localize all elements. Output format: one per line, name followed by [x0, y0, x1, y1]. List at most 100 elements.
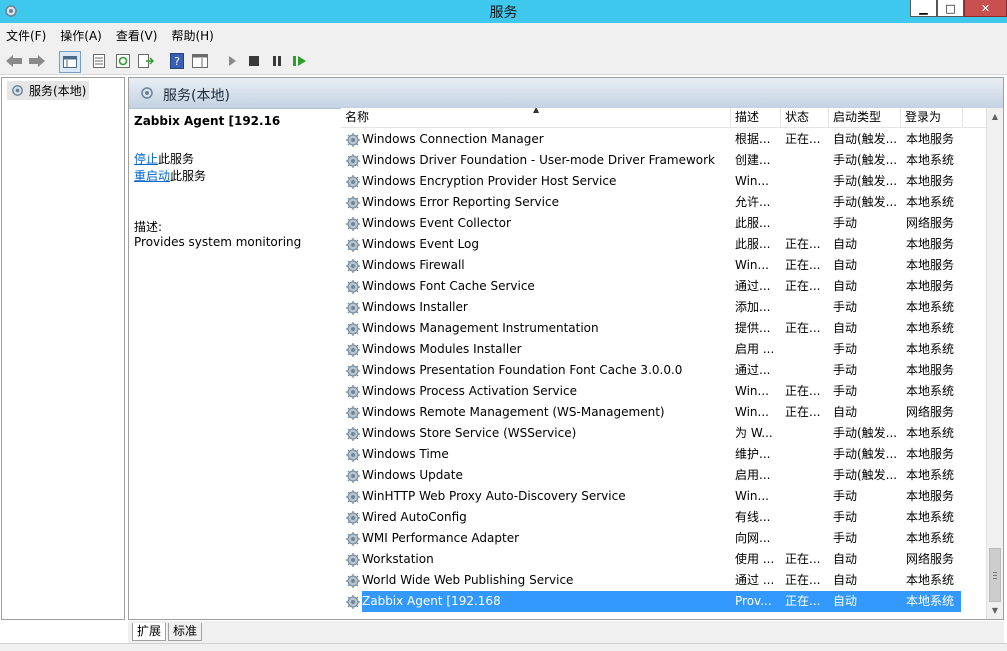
menu-help[interactable]: 帮助(H) — [171, 25, 213, 46]
cell-description: 创建... — [735, 153, 771, 167]
cell-description: 维护... — [735, 447, 771, 461]
service-gear-icon — [345, 132, 361, 148]
cell-status — [785, 528, 829, 549]
scroll-down-arrow-icon[interactable]: ▼ — [987, 602, 1003, 619]
table-row[interactable]: Windows Store Service (WSService) 为 W... 手… — [341, 423, 991, 444]
selected-service-name: Zabbix Agent [192.16 — [134, 114, 281, 128]
cell-name: Windows Store Service (WSService) — [362, 426, 577, 440]
table-row[interactable]: Workstation 使用 ... 正在... 自动 网络服务 — [341, 549, 991, 570]
table-row[interactable]: Windows Update 启用... 手动(触发... 本地系统 — [341, 465, 991, 486]
service-gear-icon — [345, 342, 361, 358]
column-header-logon-as[interactable]: 登录为 — [901, 108, 963, 127]
forward-arrow-icon[interactable] — [28, 52, 46, 70]
vertical-scrollbar[interactable]: ▲ ▼ — [986, 108, 1003, 619]
cell-logon-as: 本地服务 — [906, 258, 955, 272]
column-header-description[interactable]: 描述 — [731, 108, 781, 127]
table-row[interactable]: Windows Driver Foundation - User-mode Dr… — [341, 150, 991, 171]
scroll-up-arrow-icon[interactable]: ▲ — [987, 108, 1003, 125]
column-header-status[interactable]: 状态 — [781, 108, 829, 127]
column-header-startup-type[interactable]: 启动类型 — [829, 108, 901, 127]
table-row[interactable]: Windows Error Reporting Service 允许... 手动(触… — [341, 192, 991, 213]
table-row[interactable]: Windows Installer 添加... 手动 本地系统 — [341, 297, 991, 318]
list-header: 名称 ▲ 描述 状态 启动类型 登录为 — [341, 108, 991, 128]
menu-action[interactable]: 操作(A) — [60, 25, 102, 46]
cell-status — [785, 297, 829, 318]
service-gear-icon — [345, 363, 361, 379]
cell-name: Windows Modules Installer — [362, 342, 522, 356]
cell-name: Windows Installer — [362, 300, 468, 314]
stop-service-icon[interactable] — [245, 52, 263, 70]
cell-status — [785, 444, 829, 465]
cell-description: 启用... — [735, 468, 771, 482]
service-gear-icon — [345, 321, 361, 337]
services-gear-icon — [12, 85, 23, 96]
table-row[interactable]: Windows Modules Installer 启用 ... 手动 本地系统 — [341, 339, 991, 360]
tree-node-services-local[interactable]: 服务(本地) — [7, 81, 90, 100]
cell-startup-type: 手动 — [833, 510, 858, 524]
restart-service-link[interactable]: 重启动 — [134, 169, 170, 183]
cell-logon-as: 本地服务 — [906, 489, 955, 503]
refresh-icon[interactable] — [114, 52, 132, 70]
view-tabs: 扩展 标准 — [128, 621, 1004, 643]
services-list: 名称 ▲ 描述 状态 启动类型 登录为 Windows Connection M… — [341, 108, 1003, 619]
menu-view[interactable]: 查看(V) — [116, 25, 158, 46]
cell-status — [785, 171, 829, 192]
table-row[interactable]: Windows Connection Manager 根据... 正在... 自动(触… — [341, 129, 991, 150]
table-row[interactable]: Windows Encryption Provider Host Service… — [341, 171, 991, 192]
service-gear-icon — [345, 279, 361, 295]
cell-name: Windows Event Log — [362, 237, 480, 251]
table-row[interactable]: World Wide Web Publishing Service 通过 ... 正… — [341, 570, 991, 591]
cell-status: 正在... — [785, 132, 821, 146]
console-tree-icon[interactable] — [59, 51, 81, 73]
pause-service-icon[interactable] — [268, 52, 286, 70]
menu-bar: 文件(F) 操作(A) 查看(V) 帮助(H) — [0, 23, 1007, 47]
cell-status — [785, 360, 829, 381]
table-row[interactable]: Windows Event Log 此服... 正在... 自动 本地服务 — [341, 234, 991, 255]
table-row[interactable]: Windows Management Instrumentation 提供... 正… — [341, 318, 991, 339]
cell-startup-type: 手动 — [833, 216, 858, 230]
table-row[interactable]: Windows Remote Management (WS-Management… — [341, 402, 991, 423]
cell-status — [785, 423, 829, 444]
help-icon[interactable]: ? — [168, 52, 186, 70]
back-arrow-icon[interactable] — [5, 52, 23, 70]
table-row[interactable]: Wired AutoConfig 有线... 手动 本地系统 — [341, 507, 991, 528]
tab-standard[interactable]: 标准 — [168, 623, 203, 641]
title-bar: 服务 ▁ □ ✕ — [0, 0, 1007, 23]
cell-description: 向网... — [735, 531, 771, 545]
action-pane-icon[interactable] — [191, 52, 209, 70]
minimize-button[interactable]: ▁ — [910, 0, 937, 17]
cell-name: Windows Error Reporting Service — [362, 195, 559, 209]
service-gear-icon — [345, 552, 361, 568]
cell-name: Zabbix Agent [192.168 — [362, 594, 501, 608]
table-row[interactable]: WMI Performance Adapter 向网... 手动 本地系统 — [341, 528, 991, 549]
table-row[interactable]: Windows Firewall Win... 正在... 自动 本地服务 — [341, 255, 991, 276]
scroll-thumb[interactable] — [989, 548, 1001, 602]
menu-file[interactable]: 文件(F) — [6, 25, 46, 46]
table-row[interactable]: Windows Font Cache Service 通过... 正在... 自动 本地… — [341, 276, 991, 297]
cell-startup-type: 自动 — [833, 279, 858, 293]
close-button[interactable]: ✕ — [964, 0, 1007, 17]
services-gear-icon — [139, 85, 155, 104]
cell-logon-as: 本地系统 — [906, 300, 955, 314]
restart-service-icon[interactable] — [291, 52, 309, 70]
table-row[interactable]: Zabbix Agent [192.168 Prov... 正在... 自动 本地系统 — [341, 591, 991, 612]
table-row[interactable]: Windows Presentation Foundation Font Cac… — [341, 360, 991, 381]
properties-icon[interactable] — [90, 52, 108, 70]
cell-description: 此服... — [735, 237, 771, 251]
cell-name: World Wide Web Publishing Service — [362, 573, 574, 587]
description-text: Provides system monitoring — [134, 235, 302, 249]
start-service-icon[interactable] — [223, 52, 241, 70]
table-row[interactable]: Windows Time 维护... 手动(触发... 本地服务 — [341, 444, 991, 465]
cell-status: 正在... — [785, 594, 821, 608]
tab-extended[interactable]: 扩展 — [132, 623, 167, 641]
table-row[interactable]: WinHTTP Web Proxy Auto-Discovery Service… — [341, 486, 991, 507]
export-list-icon[interactable] — [137, 52, 155, 70]
cell-startup-type: 手动 — [833, 363, 858, 377]
table-row[interactable]: Windows Process Activation Service Win...… — [341, 381, 991, 402]
cell-logon-as: 网络服务 — [906, 216, 955, 230]
cell-logon-as: 本地系统 — [906, 153, 955, 167]
cell-description: 提供... — [735, 321, 771, 335]
stop-service-link[interactable]: 停止 — [134, 152, 158, 166]
table-row[interactable]: Windows Event Collector 此服... 手动 网络服务 — [341, 213, 991, 234]
maximize-button[interactable]: □ — [937, 0, 964, 17]
